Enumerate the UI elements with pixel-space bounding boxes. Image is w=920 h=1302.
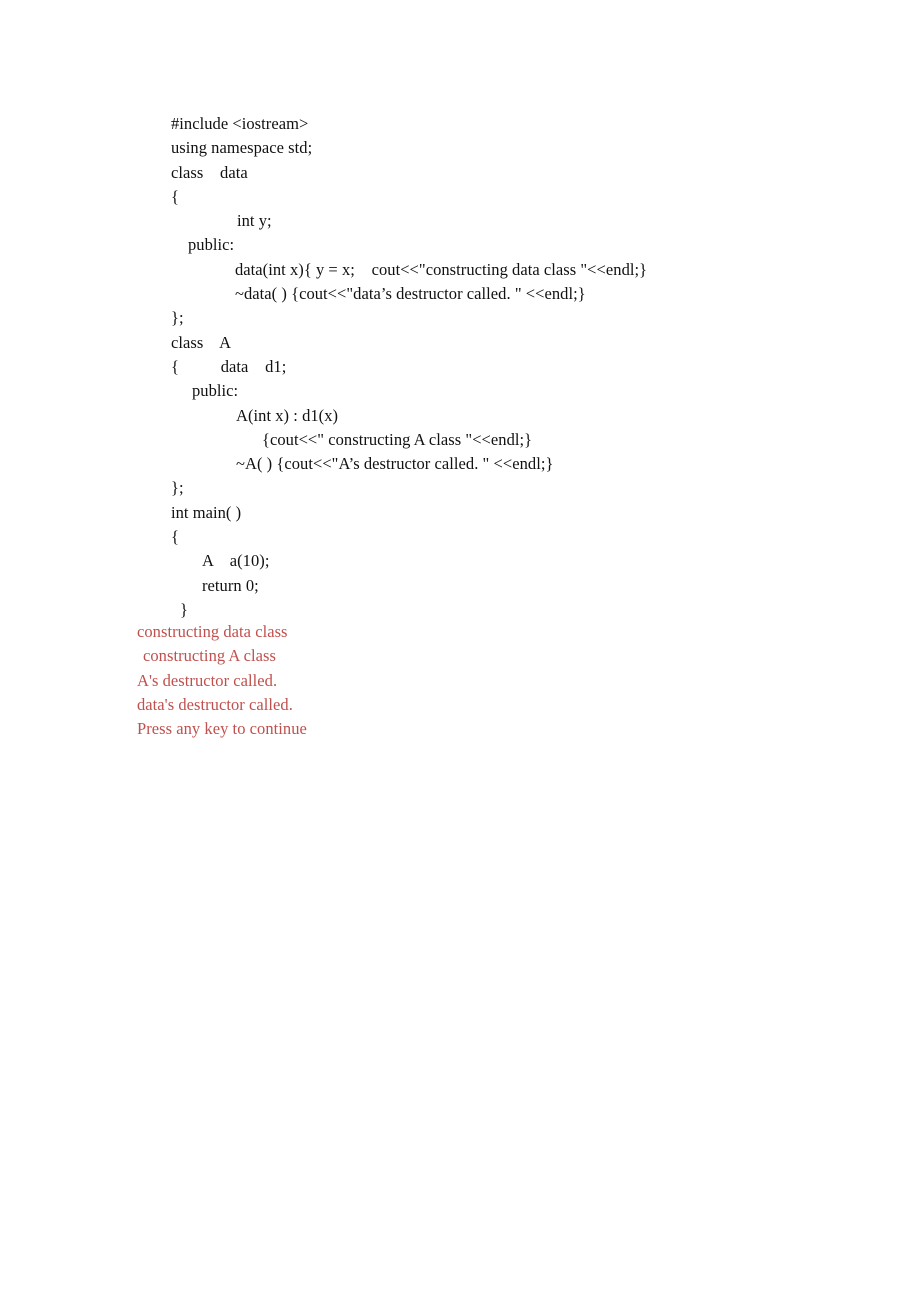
output-line-4: data's destructor called.: [137, 694, 293, 714]
code-line-21: }: [180, 599, 188, 619]
code-line-2: using namespace std;: [171, 138, 313, 158]
code-line-5: int y;: [237, 211, 272, 231]
code-line-4: {: [171, 186, 179, 206]
cpp-source-code-block: #include <iostream> using namespace std; c…: [0, 112, 920, 622]
code-line-19: A a(10);: [202, 551, 270, 571]
output-line-2: constructing A class: [143, 646, 276, 666]
code-line-8: ~data( ) {cout<<"data’s destructor calle…: [235, 284, 586, 304]
code-line-20: return 0;: [202, 575, 259, 595]
code-line-1: #include <iostream>: [171, 114, 309, 133]
code-line-14: {cout<<" constructing A class "<<endl;}: [262, 429, 533, 449]
document-page: #include <iostream> using namespace std; c…: [0, 0, 920, 1302]
output-line-3: A's destructor called.: [137, 670, 278, 690]
code-line-10: class A: [171, 332, 232, 352]
code-line-11: { data d1;: [171, 356, 287, 376]
code-line-17: int main( ): [171, 502, 242, 522]
console-output-block: constructing data class constructing A cl…: [0, 620, 920, 741]
code-line-3: class data: [171, 162, 248, 182]
code-line-12: public:: [192, 381, 239, 401]
code-line-9: };: [171, 308, 184, 328]
code-line-7: data(int x){ y = x; cout<<"constructing …: [235, 259, 648, 279]
output-line-5: Press any key to continue: [137, 719, 307, 739]
code-line-6: public:: [188, 235, 235, 255]
output-line-1: constructing data class: [137, 622, 288, 641]
code-line-13: A(int x) : d1(x): [236, 405, 339, 425]
code-line-15: ~A( ) {cout<<"A’s destructor called. " <…: [236, 454, 554, 474]
code-line-18: {: [171, 527, 179, 547]
code-line-16: };: [171, 478, 184, 498]
